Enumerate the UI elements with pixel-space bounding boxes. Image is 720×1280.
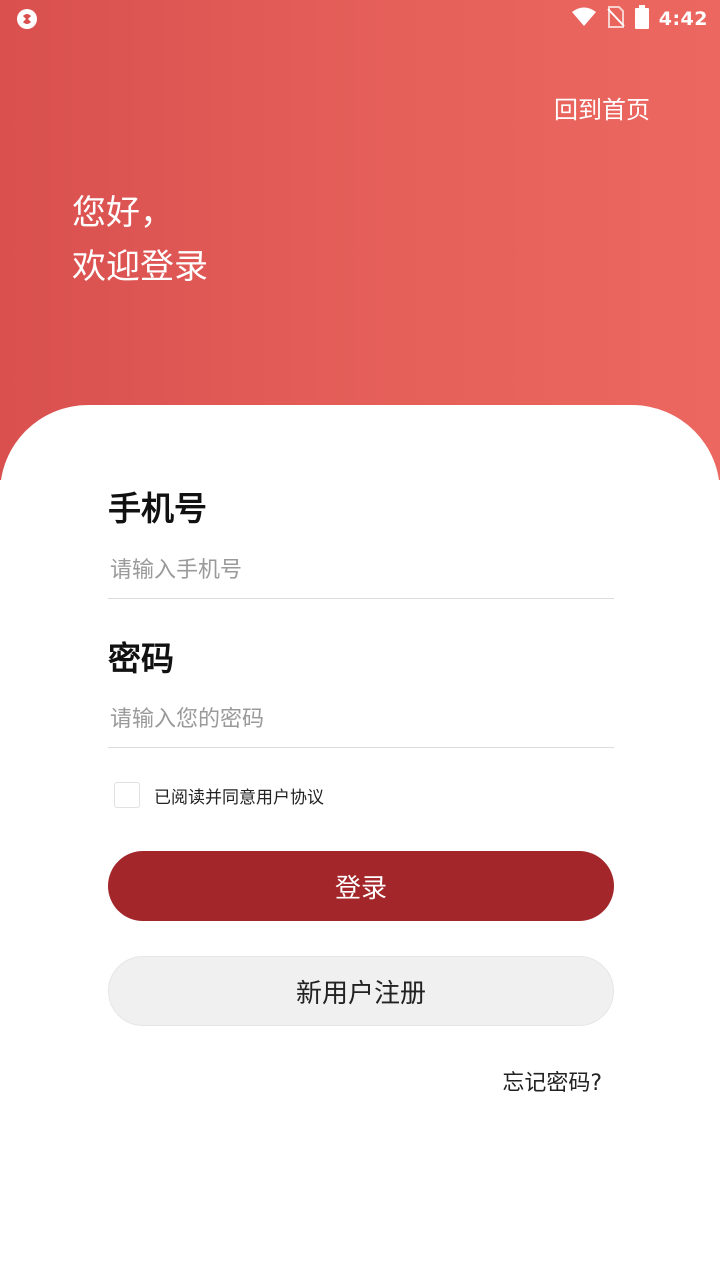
agreement-text[interactable]: 已阅读并同意用户协议 (154, 783, 324, 808)
greeting: 您好， 欢迎登录 (72, 186, 208, 294)
greeting-line-2: 欢迎登录 (72, 247, 208, 287)
register-button[interactable]: 新用户注册 (108, 956, 614, 1026)
battery-icon (634, 5, 649, 33)
wifi-icon (571, 7, 597, 31)
forgot-password-link[interactable]: 忘记密码? (502, 1065, 602, 1097)
phone-label: 手机号 (108, 489, 207, 528)
no-sim-icon (607, 6, 625, 32)
agreement-checkbox[interactable] (114, 782, 140, 808)
password-label: 密码 (108, 639, 174, 678)
app-notification-icon (16, 8, 38, 30)
password-input[interactable] (108, 692, 614, 748)
status-time: 4:42 (658, 8, 708, 30)
status-bar: 4:42 (0, 0, 720, 38)
login-button[interactable]: 登录 (108, 851, 614, 921)
greeting-line-1: 您好， (72, 193, 174, 233)
login-card (0, 405, 720, 1280)
status-icons: 4:42 (571, 5, 708, 33)
agreement-row: 已阅读并同意用户协议 (114, 782, 324, 808)
phone-input[interactable] (108, 543, 614, 599)
back-to-home-link[interactable]: 回到首页 (554, 90, 650, 125)
